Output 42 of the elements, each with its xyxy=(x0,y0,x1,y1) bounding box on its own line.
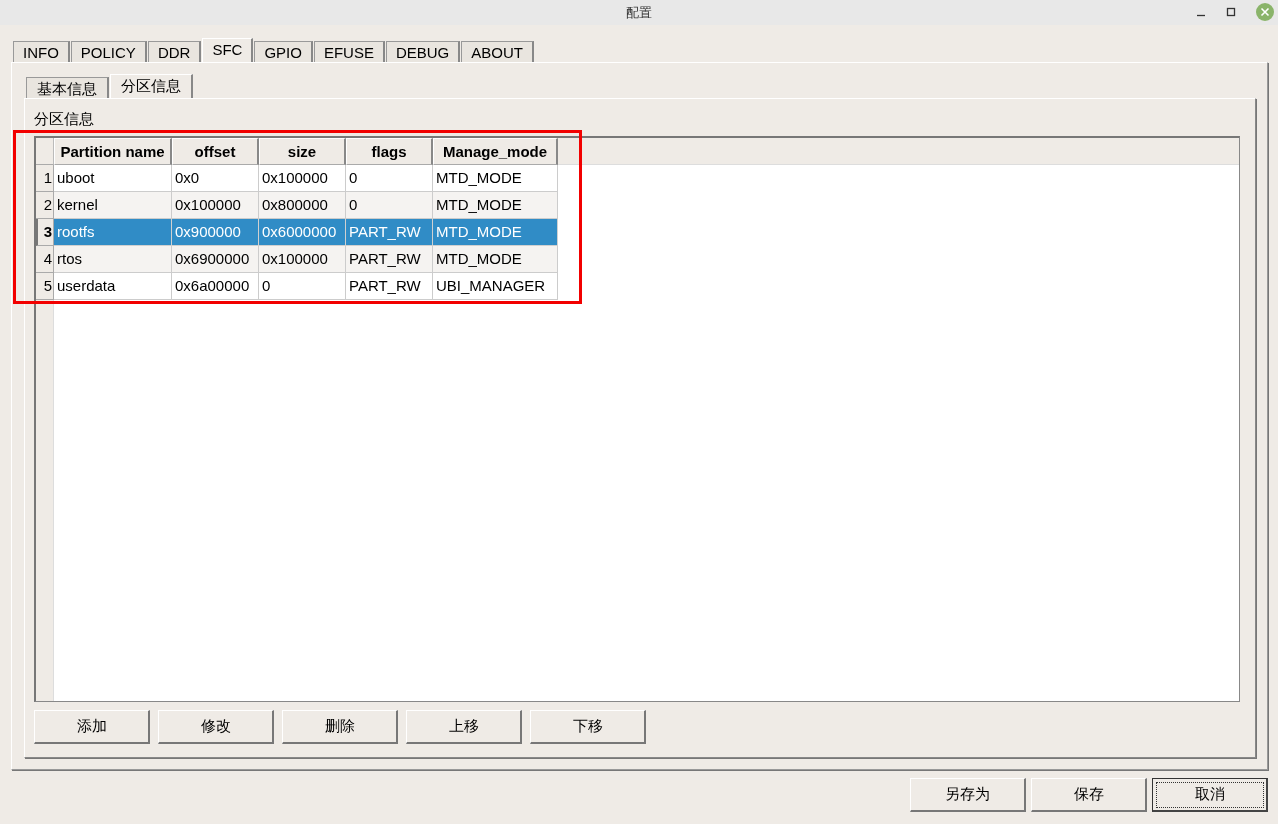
column-header[interactable]: Partition name xyxy=(54,138,172,165)
column-header[interactable]: size xyxy=(259,138,346,165)
tab[interactable]: POLICY xyxy=(70,41,147,62)
table-cell: PART_RW xyxy=(346,273,433,300)
row-number[interactable]: 3 xyxy=(36,219,54,246)
table-cell: 0 xyxy=(259,273,346,300)
table-corner xyxy=(36,138,54,165)
tab[interactable]: DEBUG xyxy=(385,41,461,62)
row-number[interactable]: 2 xyxy=(36,192,54,219)
button[interactable]: 取消 xyxy=(1152,778,1268,812)
tab[interactable]: ABOUT xyxy=(461,41,534,62)
button[interactable]: 上移 xyxy=(406,710,522,744)
button[interactable]: 添加 xyxy=(34,710,150,744)
table-cell: 0x6a00000 xyxy=(172,273,259,300)
table-row[interactable]: 2 kernel 0x100000 0x800000 0 MTD_MODE xyxy=(36,192,558,219)
table-row[interactable]: 1 uboot 0x0 0x100000 0 MTD_MODE xyxy=(36,165,558,192)
button[interactable]: 下移 xyxy=(530,710,646,744)
table-row[interactable]: 5 userdata 0x6a00000 0 PART_RW UBI_MANAGER xyxy=(36,273,558,300)
group-label: 分区信息 xyxy=(34,110,94,128)
button[interactable]: 保存 xyxy=(1031,778,1147,812)
table-cell: UBI_MANAGER xyxy=(433,273,558,300)
row-number[interactable]: 4 xyxy=(36,246,54,273)
row-number[interactable]: 5 xyxy=(36,273,54,300)
button[interactable]: 删除 xyxy=(282,710,398,744)
tab[interactable]: 分区信息 xyxy=(110,74,193,98)
table-row[interactable]: 4 rtos 0x6900000 0x100000 PART_RW MTD_MODE xyxy=(36,246,558,273)
row-number[interactable]: 1 xyxy=(36,165,54,192)
tab[interactable]: SFC xyxy=(202,38,254,62)
column-header[interactable]: flags xyxy=(346,138,433,165)
tab[interactable]: GPIO xyxy=(254,41,313,62)
table-row[interactable]: 3 rootfs 0x900000 0x6000000 PART_RW MTD_MODE xyxy=(36,219,558,246)
tab[interactable]: INFO xyxy=(13,41,70,62)
button[interactable]: 修改 xyxy=(158,710,274,744)
window-title: 配置 xyxy=(626,3,652,22)
table-cell: userdata xyxy=(54,273,172,300)
tab[interactable]: EFUSE xyxy=(313,41,385,62)
tab[interactable]: DDR xyxy=(147,41,202,62)
column-header[interactable]: offset xyxy=(172,138,259,165)
tab[interactable]: 基本信息 xyxy=(26,77,109,98)
column-header[interactable]: Manage_mode xyxy=(433,138,558,165)
button[interactable]: 另存为 xyxy=(910,778,1026,812)
maximize-icon[interactable] xyxy=(1226,7,1236,17)
